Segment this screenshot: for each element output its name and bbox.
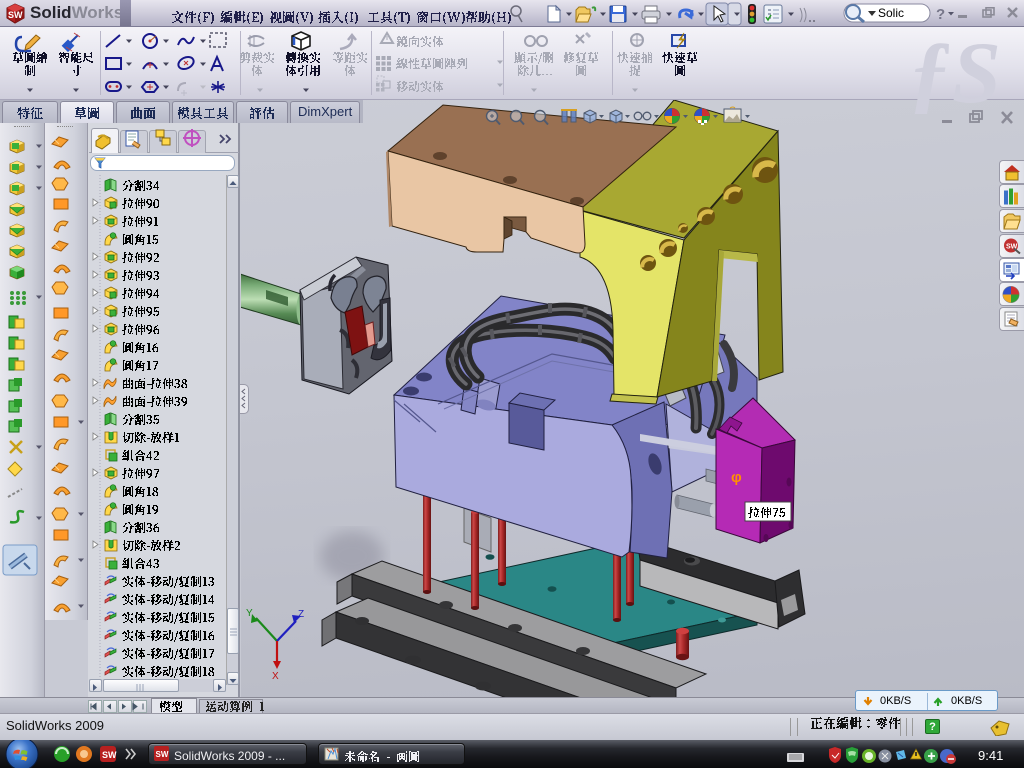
svg-text:SW: SW: [156, 750, 169, 759]
svg-text:Solic: Solic: [878, 6, 904, 20]
svg-text:?: ?: [936, 6, 945, 23]
svg-text:SW: SW: [8, 10, 23, 20]
svg-text:X: X: [272, 671, 279, 682]
svg-text:Y: Y: [246, 608, 253, 619]
svg-text:Z: Z: [298, 609, 304, 620]
svg-text:SW: SW: [102, 750, 117, 760]
svg-text:φ: φ: [731, 469, 742, 486]
